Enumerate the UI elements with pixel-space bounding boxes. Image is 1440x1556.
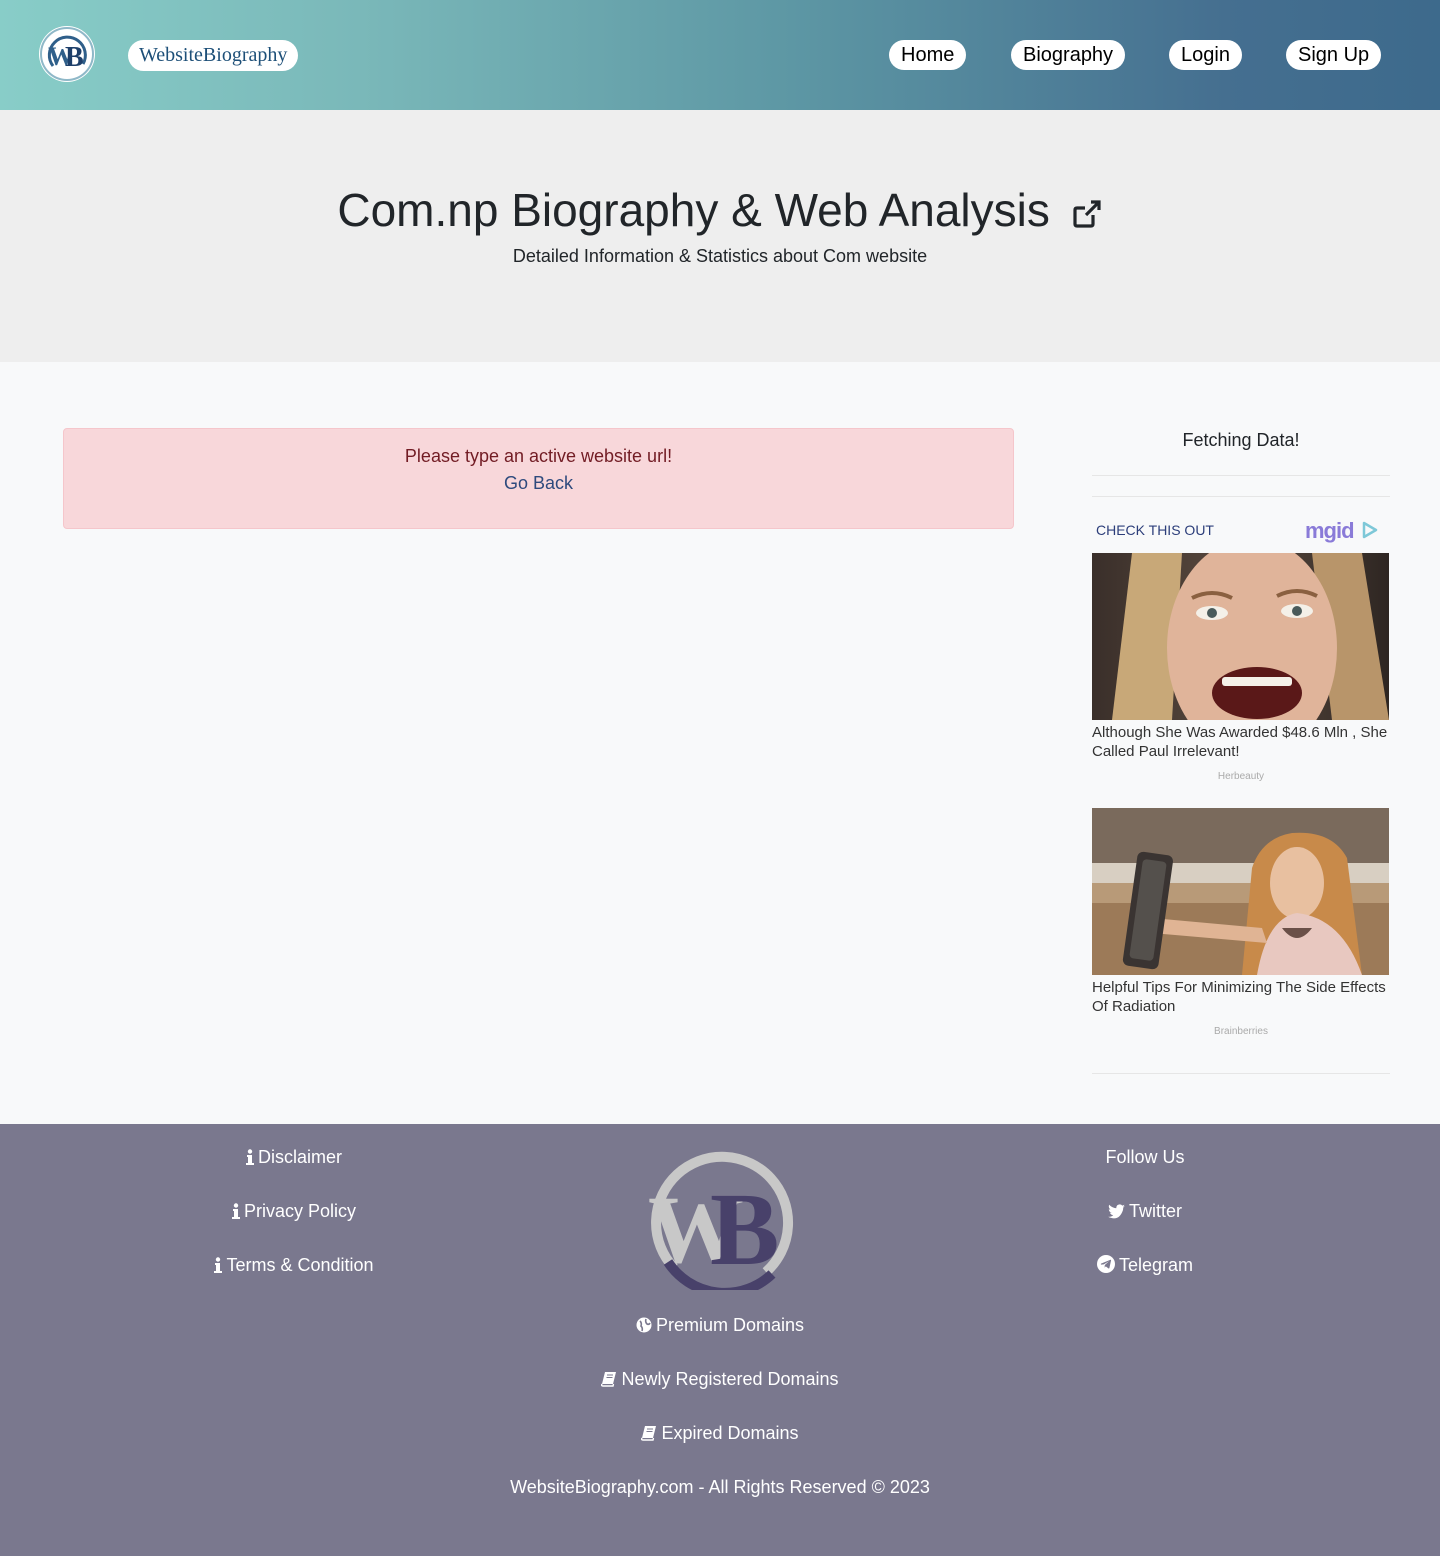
site-logo[interactable]: W B [39, 26, 95, 82]
hero-section: Com.np Biography & Web Analysis Detailed… [0, 110, 1440, 362]
info-icon [214, 1257, 223, 1278]
brand-name[interactable]: WebsiteBiography [128, 40, 299, 71]
sidebar-title: Fetching Data! [1182, 430, 1300, 450]
info-icon [231, 1203, 240, 1224]
error-alert: Please type an active website url! Go Ba… [63, 428, 1014, 529]
alert-message: Please type an active website url! [404, 446, 673, 466]
footer-premium-domains-label: Premium Domains [655, 1315, 805, 1335]
footer: Disclaimer Privacy Policy Terms & Condit… [0, 1124, 1440, 1556]
footer-expired-domains-label: Expired Domains [661, 1423, 799, 1443]
mgid-logo[interactable]: mgid [1305, 518, 1379, 544]
footer-expired-domains-link[interactable]: Expired Domains [580, 1423, 860, 1446]
ad-heading[interactable]: CHECK THIS OUT [1096, 522, 1214, 538]
play-icon [1362, 521, 1377, 539]
svg-text:B: B [710, 1172, 779, 1287]
info-icon [245, 1149, 254, 1170]
twitter-icon [1107, 1203, 1125, 1224]
ad-source-1[interactable]: Herbeauty [1092, 771, 1390, 782]
page-title-text: Com.np Biography & Web Analysis [337, 184, 1050, 236]
footer-disclaimer-label: Disclaimer [257, 1147, 342, 1167]
page-title: Com.np Biography & Web Analysis [0, 182, 1440, 242]
footer-privacy-link[interactable]: Privacy Policy [194, 1201, 394, 1224]
ad-photo-woman-phone [1092, 808, 1389, 975]
footer-premium-domains-link[interactable]: Premium Domains [560, 1315, 880, 1338]
wb-footer-logo-icon: W B [648, 1151, 794, 1298]
external-link-icon[interactable] [1071, 186, 1103, 242]
nav-biography[interactable]: Biography [1011, 40, 1126, 70]
top-navbar: W B WebsiteBiography Home Biography Logi… [0, 0, 1440, 110]
footer-logo: W B [644, 1150, 796, 1298]
divider [1092, 1073, 1390, 1074]
ad-source-2[interactable]: Brainberries [1092, 1026, 1390, 1037]
book-icon [641, 1425, 657, 1446]
ad-image-2[interactable] [1092, 808, 1389, 975]
globe-icon [636, 1317, 652, 1338]
ad-title-2[interactable]: Helpful Tips For Minimizing The Side Eff… [1092, 978, 1390, 1016]
footer-twitter-link[interactable]: Twitter [1045, 1201, 1245, 1224]
divider [1092, 496, 1390, 497]
nav-login[interactable]: Login [1169, 40, 1242, 70]
footer-newly-registered-label: Newly Registered Domains [621, 1369, 839, 1389]
footer-twitter-label: Twitter [1128, 1201, 1182, 1221]
footer-terms-link[interactable]: Terms & Condition [174, 1255, 414, 1278]
divider [1092, 475, 1390, 476]
copyright: WebsiteBiography.com - All Rights Reserv… [510, 1477, 930, 1497]
svg-text:B: B [65, 42, 84, 73]
footer-newly-registered-link[interactable]: Newly Registered Domains [540, 1369, 900, 1392]
wb-logo-icon: W B [40, 27, 94, 81]
ad-image-1[interactable] [1092, 553, 1389, 720]
mgid-logo-text: mgid [1305, 518, 1355, 543]
footer-telegram-link[interactable]: Telegram [1045, 1255, 1245, 1278]
footer-terms-label: Terms & Condition [226, 1255, 374, 1275]
book-icon [601, 1371, 617, 1392]
footer-telegram-label: Telegram [1118, 1255, 1194, 1275]
go-back-link[interactable]: Go Back [64, 473, 1013, 494]
telegram-icon [1096, 1255, 1115, 1278]
footer-privacy-label: Privacy Policy [243, 1201, 357, 1221]
page-subtitle: Detailed Information & Statistics about … [512, 246, 928, 266]
nav-signup[interactable]: Sign Up [1286, 40, 1382, 70]
footer-disclaimer-link[interactable]: Disclaimer [194, 1147, 394, 1170]
nav-home[interactable]: Home [889, 40, 967, 70]
follow-us-heading: Follow Us [1105, 1147, 1185, 1167]
ad-photo-woman-shouting [1092, 553, 1389, 720]
ad-title-1[interactable]: Although She Was Awarded $48.6 Mln , She… [1092, 723, 1390, 761]
